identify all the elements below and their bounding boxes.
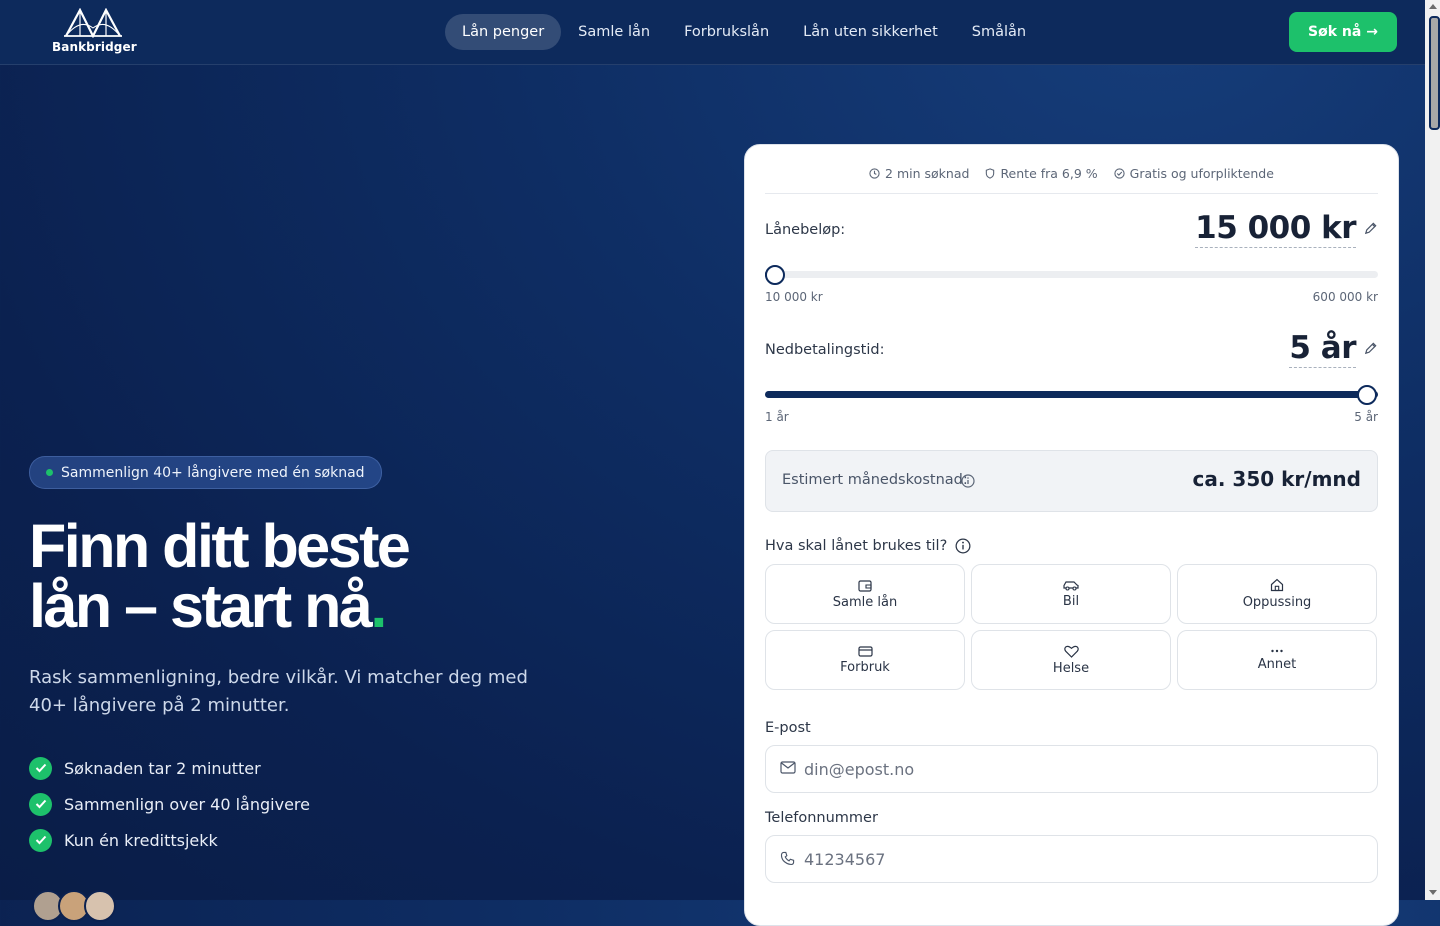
phone-icon	[780, 851, 795, 866]
main-nav: Lån penger Samle lån Forbrukslån Lån ute…	[445, 14, 1043, 50]
car-icon	[1063, 580, 1079, 591]
nav-item-smalan[interactable]: Smålån	[955, 14, 1043, 50]
page-scrollbar[interactable]	[1425, 0, 1440, 900]
monthly-cost-estimate: Estimert månedskostnad: ca. 350 kr/mnd	[765, 450, 1378, 512]
apply-now-button[interactable]: Søk nå →	[1289, 12, 1397, 52]
benefit-text: Sammenlign over 40 långivere	[64, 794, 310, 814]
hero-title-dot: .	[370, 572, 387, 640]
feature-text: Gratis og uforpliktende	[1129, 165, 1274, 181]
hero-title: Finn ditt beste lån – start nå.	[29, 512, 411, 637]
checkmark-icon	[29, 828, 52, 852]
benefits-list: Søknaden tar 2 minutter Sammenlign over …	[29, 750, 310, 858]
loan-purpose-question: Hva skal lånet brukes til?	[765, 538, 971, 554]
status-dot-icon	[46, 469, 53, 476]
loan-purpose-question-text: Hva skal lånet brukes til?	[765, 538, 948, 554]
edit-term-pencil-icon[interactable]	[1363, 341, 1378, 356]
feature-text: Rente fra 6,9 %	[1000, 165, 1098, 181]
purpose-label: Samle lån	[832, 594, 898, 610]
purpose-label: Annet	[1257, 657, 1297, 672]
repayment-term-slider[interactable]	[765, 391, 1378, 398]
more-icon	[1271, 649, 1283, 653]
benefit-item: Kun én kredittsjekk	[29, 822, 310, 858]
nav-item-samle-lan[interactable]: Samle lån	[561, 14, 667, 50]
nav-item-lan-penger[interactable]: Lån penger	[445, 14, 562, 50]
loan-purpose-options: Samle lån Bil Oppussing Forbruk Helse An…	[765, 564, 1378, 690]
info-icon[interactable]	[961, 474, 975, 488]
scroll-down-arrow-icon[interactable]	[1429, 890, 1437, 895]
loan-amount-slider-thumb[interactable]	[765, 265, 785, 285]
brand-name: Bankbridger	[52, 40, 137, 54]
purpose-label: Forbruk	[840, 659, 890, 675]
feature-item: Rente fra 6,9 %	[985, 161, 1098, 185]
house-icon	[1270, 578, 1284, 592]
repayment-term-max-label: 5 år	[1354, 410, 1378, 424]
monthly-cost-value: ca. 350 kr/mnd	[1192, 467, 1362, 491]
brand-logo[interactable]: Bankbridger	[52, 8, 137, 56]
feature-item: 2 min søknad	[869, 161, 969, 185]
hero-title-line-1: Finn ditt beste	[29, 512, 411, 580]
clock-icon	[869, 167, 880, 179]
loan-amount-min-label: 10 000 kr	[765, 290, 823, 304]
check-circle-icon	[1114, 167, 1125, 179]
benefit-text: Kun én kredittsjekk	[64, 830, 218, 850]
repayment-term-slider-thumb[interactable]	[1357, 385, 1377, 405]
loan-application-card: 2 min søknad Rente fra 6,9 % Gratis og u…	[744, 144, 1399, 926]
checkmark-icon	[29, 792, 52, 816]
purpose-option-bil[interactable]: Bil	[971, 564, 1171, 624]
purpose-option-annet[interactable]: Annet	[1177, 630, 1377, 690]
credit-card-icon	[857, 645, 873, 657]
feature-strip: 2 min søknad Rente fra 6,9 % Gratis og u…	[765, 161, 1378, 194]
bridge-logo-icon	[64, 8, 122, 38]
phone-label: Telefonnummer	[765, 810, 878, 826]
mail-icon	[780, 761, 796, 774]
feature-text: 2 min søknad	[885, 165, 970, 181]
loan-amount-max-label: 600 000 kr	[1312, 290, 1378, 304]
benefit-item: Søknaden tar 2 minutter	[29, 750, 310, 786]
email-label: E-post	[765, 720, 811, 736]
info-icon[interactable]	[955, 538, 971, 554]
nav-item-forbrukslan[interactable]: Forbrukslån	[667, 14, 786, 50]
nav-item-lan-uten-sikkerhet[interactable]: Lån uten sikkerhet	[786, 14, 955, 50]
scrollbar-thumb[interactable]	[1429, 16, 1440, 130]
hero-title-line-2: lån – start nå.	[29, 576, 408, 637]
phone-field[interactable]	[765, 835, 1378, 883]
hero-title-line-2-text: lån – start nå	[29, 572, 373, 640]
customer-avatars	[32, 890, 116, 922]
shield-icon	[986, 167, 995, 179]
loan-amount-value[interactable]: 15 000 kr	[1195, 209, 1356, 248]
repayment-term-slider-fill	[765, 391, 1378, 398]
phone-input[interactable]	[802, 836, 1366, 882]
loan-amount-slider[interactable]	[765, 271, 1378, 278]
avatar	[84, 890, 116, 922]
lender-count-badge: Sammenlign 40+ långivere med én søknad	[29, 456, 382, 489]
repayment-term-value[interactable]: 5 år	[1289, 329, 1356, 368]
top-navigation-bar: Bankbridger Lån penger Samle lån Forbruk…	[0, 0, 1425, 65]
purpose-label: Oppussing	[1242, 595, 1312, 610]
hero-subtitle: Rask sammenligning, bedre vilkår. Vi mat…	[29, 667, 528, 716]
repayment-term-label: Nedbetalingstid:	[765, 342, 885, 358]
monthly-cost-label: Estimert månedskostnad:	[782, 472, 968, 488]
feature-item: Gratis og uforpliktende	[1114, 161, 1274, 185]
email-input[interactable]	[802, 746, 1366, 792]
scroll-up-arrow-icon[interactable]	[1429, 4, 1437, 9]
email-field[interactable]	[765, 745, 1378, 793]
edit-amount-pencil-icon[interactable]	[1363, 221, 1378, 236]
repayment-term-min-label: 1 år	[765, 410, 789, 424]
heart-icon	[1063, 645, 1079, 658]
benefit-text: Søknaden tar 2 minutter	[64, 758, 261, 778]
benefit-item: Sammenlign over 40 långivere	[29, 786, 310, 822]
purpose-option-samle-lan[interactable]: Samle lån	[765, 564, 965, 624]
purpose-option-helse[interactable]: Helse	[971, 630, 1171, 690]
purpose-option-oppussing[interactable]: Oppussing	[1177, 564, 1377, 624]
purpose-label: Bil	[1062, 593, 1080, 609]
purpose-label: Helse	[1052, 660, 1090, 676]
loan-amount-label: Lånebeløp:	[765, 222, 846, 238]
badge-text: Sammenlign 40+ långivere med én søknad	[61, 464, 365, 481]
purpose-option-forbruk[interactable]: Forbruk	[765, 630, 965, 690]
checkmark-icon	[29, 756, 52, 780]
wallet-icon	[858, 579, 872, 592]
